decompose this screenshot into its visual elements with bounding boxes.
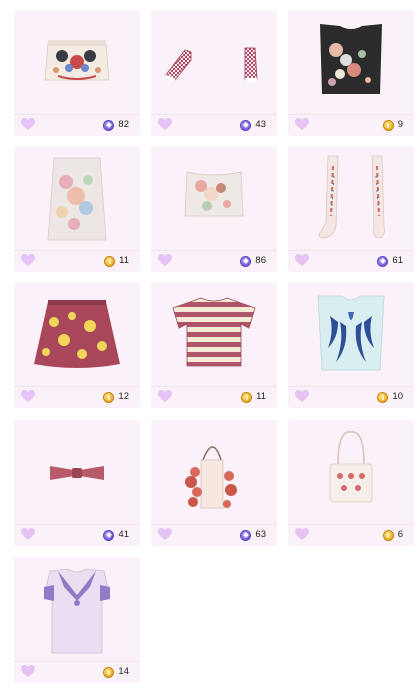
- diamond-icon: [103, 529, 115, 541]
- heart-icon[interactable]: [158, 390, 172, 403]
- gold-coin-icon: [377, 391, 389, 403]
- item-price: 12: [103, 390, 129, 404]
- heart-icon[interactable]: [21, 118, 35, 131]
- item-price: 11: [241, 390, 266, 404]
- item-image: [151, 420, 277, 525]
- item-card-floral-pencil-skirt[interactable]: 11: [14, 146, 140, 272]
- price-value: 61: [392, 255, 403, 266]
- gold-coin-icon: [241, 391, 253, 403]
- gold-coin-icon: [103, 666, 115, 678]
- item-image: [14, 420, 140, 525]
- item-image: [14, 282, 140, 387]
- heart-icon[interactable]: [158, 528, 172, 541]
- item-price: 10: [377, 390, 403, 404]
- diamond-icon: [240, 119, 252, 131]
- item-price: 63: [240, 528, 266, 542]
- gold-coin-icon: [382, 119, 394, 131]
- item-price: 14: [103, 665, 129, 679]
- heart-icon[interactable]: [21, 665, 35, 678]
- price-value: 6: [397, 529, 403, 540]
- price-value: 63: [255, 529, 266, 540]
- item-price: 6: [382, 528, 403, 542]
- item-footer: 86: [151, 250, 277, 272]
- heart-icon[interactable]: [21, 390, 35, 403]
- item-card-red-fringe-handbag[interactable]: 63: [151, 420, 277, 546]
- diamond-icon: [377, 255, 389, 267]
- item-image: [151, 282, 277, 387]
- item-footer: 12: [14, 386, 140, 408]
- item-image: [288, 146, 414, 251]
- diamond-icon: [240, 529, 252, 541]
- price-value: 86: [255, 255, 266, 266]
- item-footer: 11: [151, 386, 277, 408]
- heart-icon[interactable]: [295, 118, 309, 131]
- item-footer: 61: [288, 250, 414, 272]
- price-value: 11: [119, 255, 129, 266]
- heart-icon[interactable]: [158, 118, 172, 131]
- price-value: 11: [256, 391, 266, 402]
- item-image: [288, 282, 414, 387]
- item-card-yellow-floral-skirt[interactable]: 12: [14, 282, 140, 408]
- item-footer: 63: [151, 524, 277, 546]
- item-card-floral-black-tank[interactable]: 9: [288, 10, 414, 136]
- price-value: 41: [118, 529, 129, 540]
- gold-coin-icon: [103, 391, 115, 403]
- item-card-blue-leaf-vest[interactable]: 10: [288, 282, 414, 408]
- item-footer: 14: [14, 661, 140, 683]
- price-value: 9: [397, 119, 403, 130]
- item-card-embroidered-top[interactable]: 82: [14, 10, 140, 136]
- item-image: [151, 146, 277, 251]
- item-card-bow-choker[interactable]: 41: [14, 420, 140, 546]
- price-value: 14: [118, 666, 129, 677]
- item-footer: 6: [288, 524, 414, 546]
- item-image: [14, 10, 140, 115]
- item-footer: 41: [14, 524, 140, 546]
- item-card-white-crossbody-bag[interactable]: 6: [288, 420, 414, 546]
- price-value: 43: [255, 119, 266, 130]
- item-footer: 82: [14, 114, 140, 136]
- item-price: 9: [382, 118, 403, 132]
- item-image: [151, 10, 277, 115]
- item-price: 41: [103, 528, 129, 542]
- heart-icon[interactable]: [21, 254, 35, 267]
- item-footer: 43: [151, 114, 277, 136]
- heart-icon[interactable]: [295, 390, 309, 403]
- item-card-sailor-dress[interactable]: 14: [14, 557, 140, 683]
- item-price: 43: [240, 118, 266, 132]
- item-card-striped-crop-top[interactable]: 11: [151, 282, 277, 408]
- item-price: 86: [240, 254, 266, 268]
- item-footer: 11: [14, 250, 140, 272]
- gold-coin-icon: [382, 529, 394, 541]
- gold-coin-icon: [104, 255, 116, 267]
- item-image: [14, 557, 140, 662]
- heart-icon[interactable]: [295, 254, 309, 267]
- item-card-knee-high-socks[interactable]: 61: [288, 146, 414, 272]
- item-image: [288, 420, 414, 525]
- item-footer: 10: [288, 386, 414, 408]
- price-value: 10: [392, 391, 403, 402]
- diamond-icon: [240, 255, 252, 267]
- item-image: [14, 146, 140, 251]
- diamond-icon: [103, 119, 115, 131]
- heart-icon[interactable]: [21, 528, 35, 541]
- item-card-floral-tube-top[interactable]: 86: [151, 146, 277, 272]
- item-image: [288, 10, 414, 115]
- item-grid: 82 43 9 11 86 61 12 11 10 41 63 6 14: [0, 0, 418, 699]
- heart-icon[interactable]: [295, 528, 309, 541]
- price-value: 12: [118, 391, 129, 402]
- item-price: 82: [103, 118, 129, 132]
- item-price: 61: [377, 254, 403, 268]
- item-card-checkered-sneakers[interactable]: 43: [151, 10, 277, 136]
- item-footer: 9: [288, 114, 414, 136]
- item-price: 11: [104, 254, 129, 268]
- price-value: 82: [118, 119, 129, 130]
- heart-icon[interactable]: [158, 254, 172, 267]
